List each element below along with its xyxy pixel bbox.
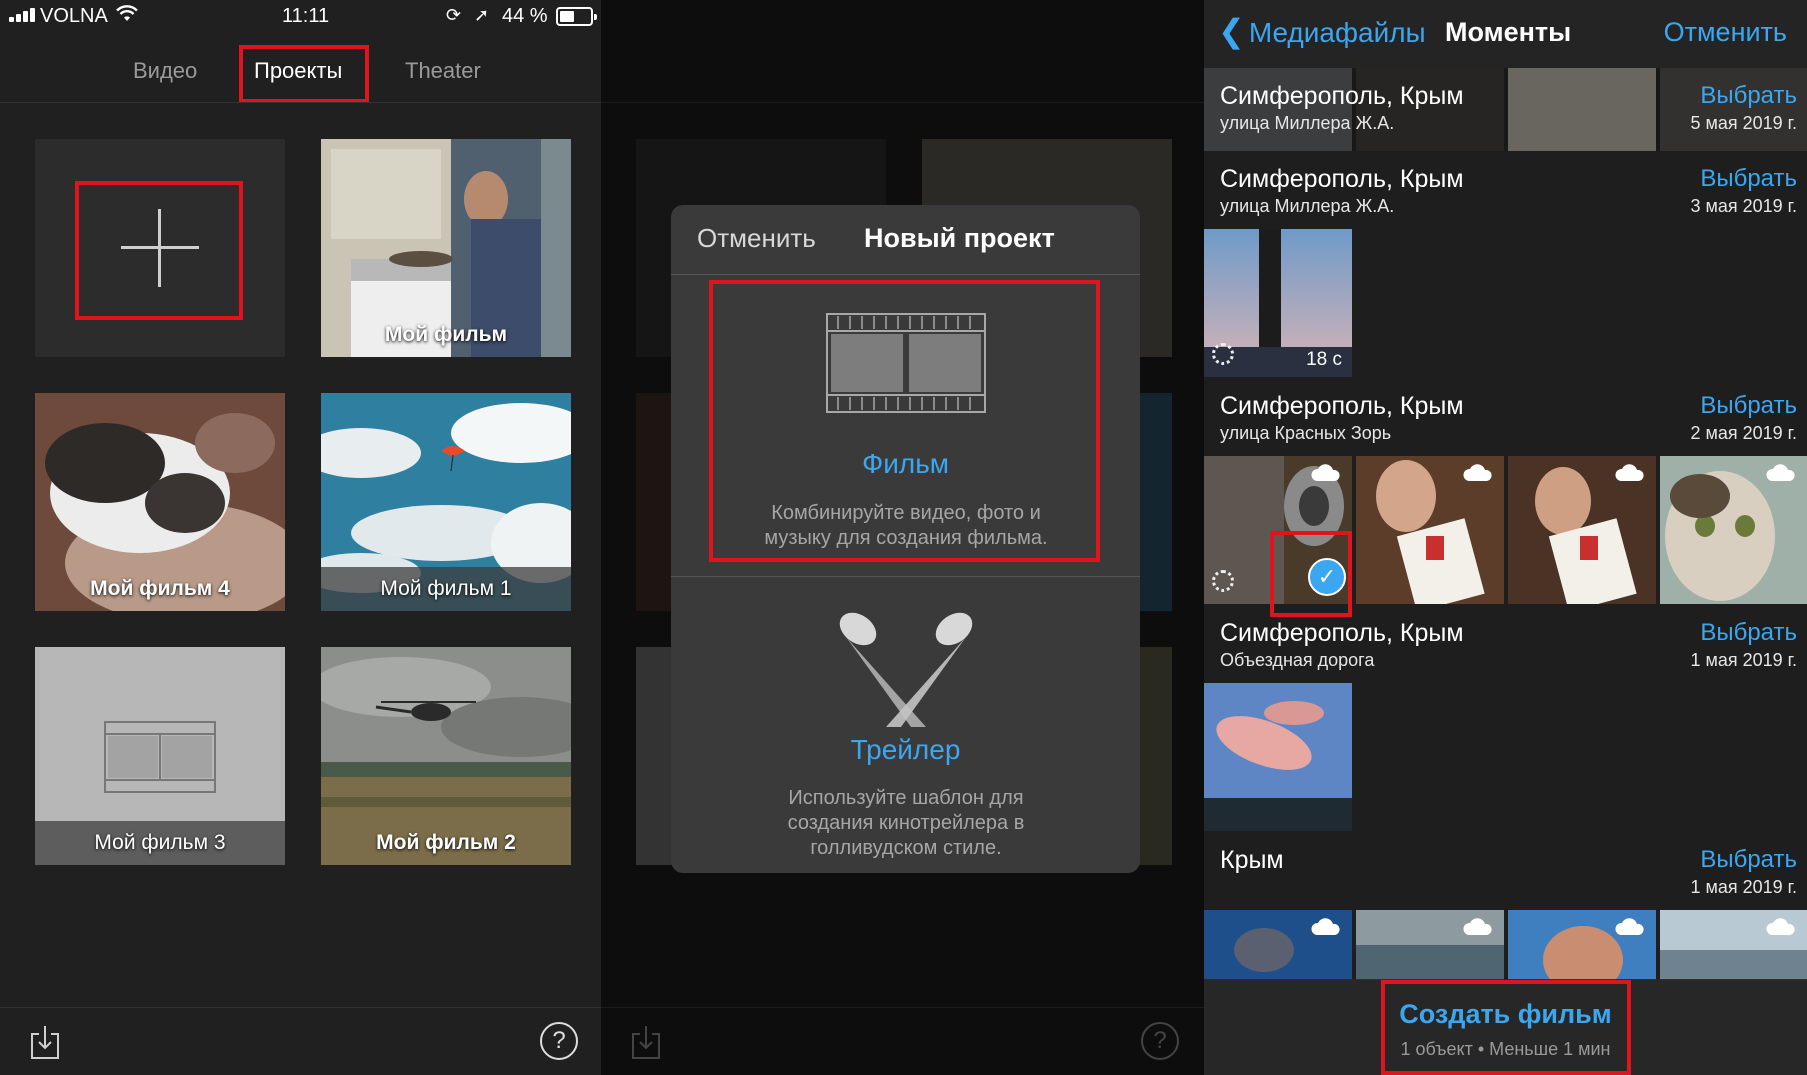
icloud-icon <box>1766 464 1795 481</box>
wifi-icon <box>116 5 138 28</box>
photo-thumbnail[interactable] <box>1356 910 1504 980</box>
photo-thumbnail[interactable] <box>1508 910 1656 980</box>
select-button[interactable]: Выбрать <box>1700 82 1797 110</box>
moment-header: Симферополь, Крым улица Миллера Ж.А. Выб… <box>1204 82 1807 146</box>
icloud-icon <box>1311 464 1340 481</box>
moment-subtitle: улица Миллера Ж.А. <box>1220 113 1395 133</box>
select-button[interactable]: Выбрать <box>1700 846 1797 874</box>
battery-icon <box>556 7 597 26</box>
project-title: Мой фильм 1 <box>380 577 512 600</box>
photo-thumbnail[interactable] <box>1660 910 1807 980</box>
moment-title: Крым <box>1220 846 1284 874</box>
import-icon[interactable] <box>30 1024 60 1060</box>
help-icon: ? <box>1141 1022 1179 1060</box>
back-button[interactable]: ❮ Медиафайлы <box>1218 12 1426 50</box>
carrier-name: VOLNA <box>40 5 108 27</box>
project-tile[interactable]: Мой фильм 2 <box>321 647 571 865</box>
moment-date: 1 мая 2019 г. <box>1690 877 1797 897</box>
media-picker-screen: ❮ Медиафайлы Моменты Отменить Симферополь… <box>1204 0 1807 1075</box>
tab-theater[interactable]: Theater <box>405 58 481 84</box>
rotation-lock-icon: ⟳ <box>446 5 462 25</box>
project-tile[interactable]: Мой фильм 4 <box>35 393 285 611</box>
project-title: Мой фильм <box>384 323 508 346</box>
location-icon: ➚ <box>474 5 490 25</box>
back-label: Медиафайлы <box>1248 17 1426 48</box>
clock: 11:11 <box>282 5 330 27</box>
moment-date: 5 мая 2019 г. <box>1690 113 1797 133</box>
icloud-icon <box>1311 918 1340 935</box>
moment-header: Крым Выбрать 1 мая 2019 г. <box>1204 846 1807 910</box>
signal-icon <box>9 8 36 22</box>
status-bar: VOLNA 11:11 ⟳ ➚ 44 % <box>0 0 601 32</box>
chevron-left-icon: ❮ <box>1218 13 1245 49</box>
icloud-icon <box>1615 464 1644 481</box>
photo-thumbnail[interactable] <box>1204 683 1352 831</box>
moment-date: 2 мая 2019 г. <box>1690 423 1797 443</box>
moment-title: Симферополь, Крым <box>1220 82 1464 110</box>
highlight-selected-photo <box>1270 531 1352 617</box>
projects-screen: VOLNA 11:11 ⟳ ➚ 44 % Видео Проекты Theat… <box>0 0 601 1075</box>
moment-header: Симферополь, Крым улица Красных Зорь Выб… <box>1204 392 1807 456</box>
select-button[interactable]: Выбрать <box>1700 392 1797 420</box>
photo-thumbnail[interactable] <box>1204 910 1352 980</box>
moment-subtitle: Объездная дорога <box>1220 650 1375 670</box>
highlight-projects-tab <box>239 45 369 103</box>
loading-icon <box>1212 343 1234 365</box>
select-button[interactable]: Выбрать <box>1700 619 1797 647</box>
moment-title: Симферополь, Крым <box>1220 165 1464 193</box>
dialog-title: Новый проект <box>864 223 1055 253</box>
icloud-icon <box>1615 918 1644 935</box>
select-button[interactable]: Выбрать <box>1700 165 1797 193</box>
highlight-new-project <box>75 181 243 320</box>
project-tile[interactable]: Мой фильм 1 <box>321 393 571 611</box>
trailer-option-title: Трейлер <box>850 734 961 765</box>
project-tile[interactable]: Мой фильм <box>321 139 571 357</box>
page-title: Моменты <box>1445 17 1572 47</box>
nav-bar: ❮ Медиафайлы Моменты Отменить <box>1204 0 1807 68</box>
highlight-create-movie <box>1381 980 1631 1075</box>
bottom-toolbar: ? <box>0 1007 601 1075</box>
trailer-option-description: Используйте шаблон для создания кинотрей… <box>787 787 1025 859</box>
photo-thumbnail[interactable] <box>1508 456 1656 604</box>
moment-date: 1 мая 2019 г. <box>1690 650 1797 670</box>
new-project-dialog: Отменить Новый проект Фильм Комбинируйте… <box>671 205 1140 873</box>
project-title: Мой фильм 4 <box>90 577 230 600</box>
moment-header: Симферополь, Крым улица Миллера Ж.А. Выб… <box>1204 165 1807 229</box>
cancel-button[interactable]: Отменить <box>697 223 816 254</box>
tab-video[interactable]: Видео <box>133 58 197 84</box>
project-title: Мой фильм 2 <box>376 831 516 854</box>
dialog-header: Отменить Новый проект <box>671 205 1140 275</box>
moment-title: Симферополь, Крым <box>1220 619 1464 647</box>
icloud-icon <box>1463 464 1492 481</box>
trailer-option[interactable]: Трейлер Используйте шаблон для создания … <box>671 577 1140 873</box>
new-project-screen: ? Отменить Новый проект Фильм Комбинируй… <box>601 0 1204 1075</box>
film-strip-icon <box>104 721 216 793</box>
moment-header: Симферополь, Крым Объездная дорога Выбра… <box>1204 619 1807 683</box>
icloud-icon <box>1463 918 1492 935</box>
video-duration: 18 с <box>1306 349 1342 370</box>
project-tile[interactable]: Мой фильм 3 <box>35 647 285 865</box>
video-thumbnail[interactable]: 18 с <box>1204 229 1352 377</box>
import-icon <box>632 1026 660 1059</box>
spotlights-icon <box>839 612 973 727</box>
photo-thumbnail[interactable] <box>1660 456 1807 604</box>
help-icon[interactable]: ? <box>540 1022 578 1060</box>
moment-date: 3 мая 2019 г. <box>1690 196 1797 216</box>
moment-title: Симферополь, Крым <box>1220 392 1464 420</box>
photo-thumbnail[interactable] <box>1356 456 1504 604</box>
moment-subtitle: улица Миллера Ж.А. <box>1220 196 1395 216</box>
icloud-icon <box>1766 918 1795 935</box>
moment-subtitle: улица Красных Зорь <box>1220 423 1392 443</box>
project-title: Мой фильм 3 <box>94 831 226 854</box>
loading-icon <box>1212 570 1234 592</box>
divider <box>0 102 601 103</box>
battery-percent: 44 % <box>502 5 548 27</box>
cancel-button[interactable]: Отменить <box>1664 17 1787 48</box>
highlight-movie-option <box>709 280 1100 562</box>
